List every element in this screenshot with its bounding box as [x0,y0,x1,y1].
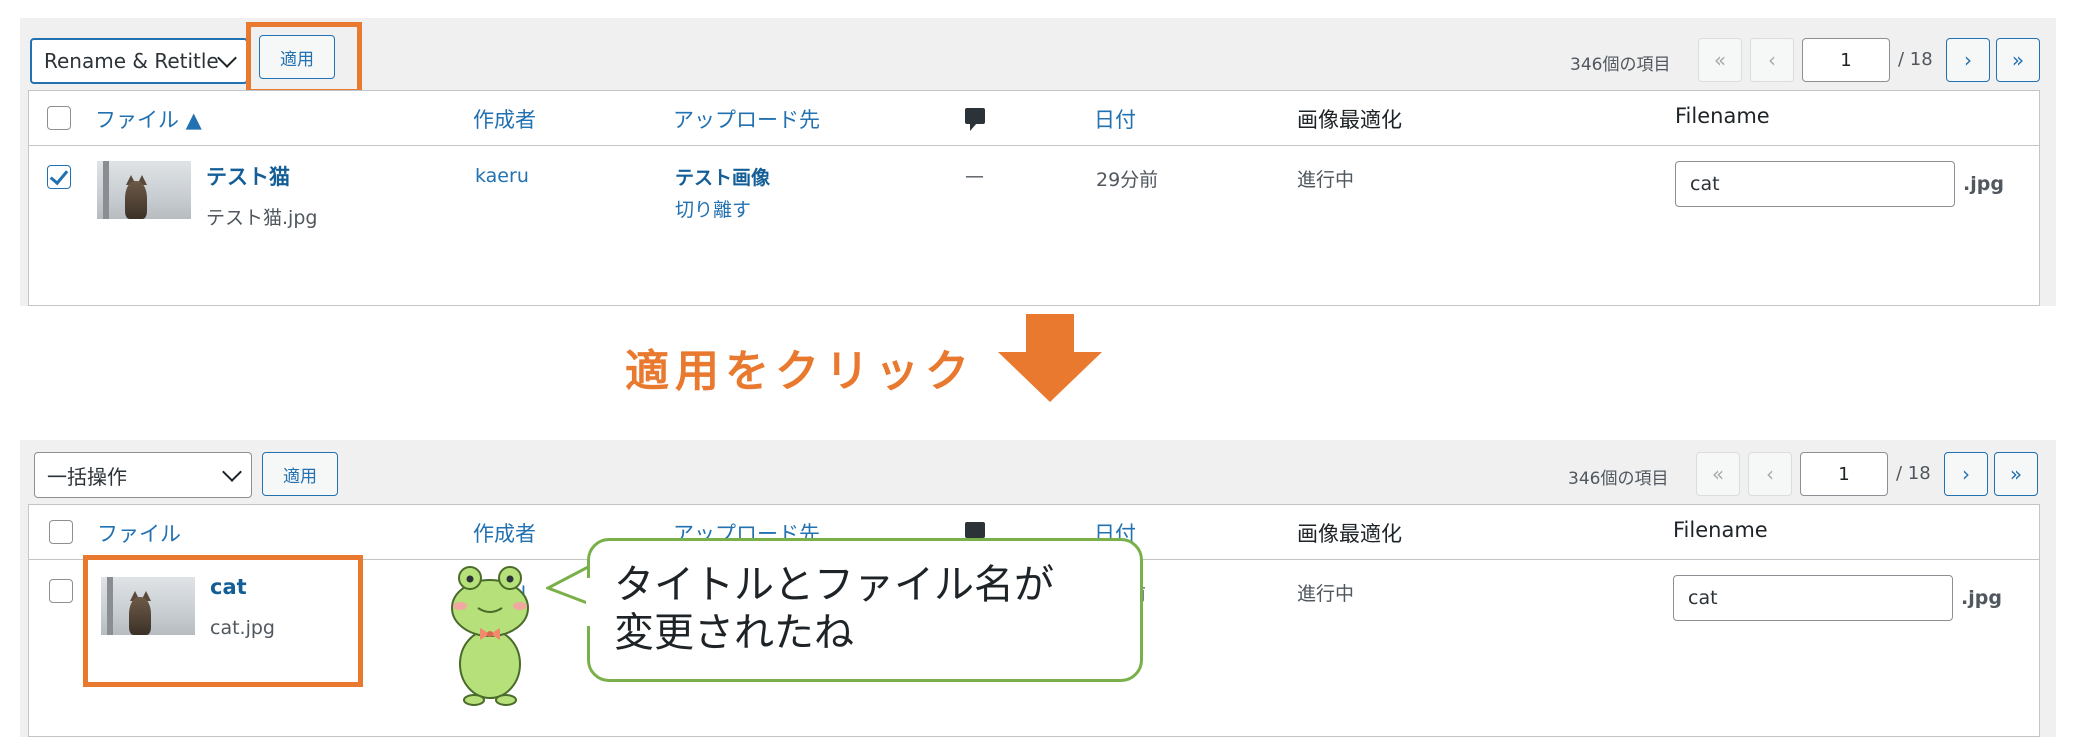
last-page-button[interactable]: » [1996,38,2040,82]
select-all-checkbox[interactable] [49,520,73,544]
chevron-down-icon [222,462,242,482]
next-page-button[interactable]: › [1944,452,1988,496]
row-checkbox[interactable] [47,165,71,189]
apply-button[interactable]: 適用 [262,452,338,496]
uploaded-to-link[interactable]: テスト画像 [675,163,770,190]
column-image-optimize: 画像最適化 [1297,522,1402,546]
optimize-status: 進行中 [1297,169,1355,191]
next-page-button[interactable]: › [1946,38,1990,82]
upload-date: 29分前 [1096,169,1159,191]
chevron-down-icon [217,48,237,68]
first-page-button[interactable]: « [1696,452,1740,496]
current-page-input[interactable]: 1 [1800,452,1888,496]
filename-input[interactable]: cat [1675,161,1955,207]
frog-mascot-icon [451,566,529,706]
bulk-action-select[interactable]: Rename & Retitle [30,38,248,84]
column-file[interactable]: ファイル [97,518,181,548]
column-author[interactable]: 作成者 [473,518,536,548]
column-filename: Filename [1675,104,1770,128]
first-page-button[interactable]: « [1698,38,1742,82]
column-file[interactable]: ファイル ▲ [95,104,202,134]
speech-bubble: タイトルとファイル名が 変更されたね [587,538,1143,682]
bubble-line-2: 変更されたね [614,610,854,656]
result-highlight-box [83,555,363,687]
media-title-link[interactable]: テスト猫 [206,161,290,191]
column-filename: Filename [1673,518,1768,542]
select-all-checkbox[interactable] [47,106,71,130]
bulk-action-label: Rename & Retitle [44,49,219,73]
total-pages: / 18 [1896,463,1931,484]
click-apply-caption: 適用をクリック [625,346,975,397]
filename-input[interactable]: cat [1673,575,1953,621]
comment-icon[interactable] [965,522,985,545]
item-count: 346個の項目 [1570,55,1671,75]
apply-button[interactable]: 適用 [259,35,335,79]
down-arrow-icon [998,314,1102,402]
detach-link[interactable]: 切り離す [675,195,751,222]
bubble-tail-joint [586,578,592,626]
column-author[interactable]: 作成者 [473,104,536,134]
comment-icon[interactable] [965,108,985,131]
prev-page-button[interactable]: ‹ [1748,452,1792,496]
column-image-optimize: 画像最適化 [1297,108,1402,132]
file-extension: .jpg [1963,173,2004,195]
media-table: ファイル ▲ 作成者 アップロード先 日付 画像最適化 Filename テスト… [28,90,2040,306]
bubble-line-1: タイトルとファイル名が [614,562,1054,608]
current-page-input[interactable]: 1 [1802,38,1890,82]
column-uploaded-to[interactable]: アップロード先 [673,104,820,134]
item-count: 346個の項目 [1568,469,1669,489]
file-extension: .jpg [1961,587,2002,609]
bulk-action-select[interactable]: 一括操作 [34,452,252,498]
bulk-action-label: 一括操作 [47,464,127,489]
media-thumbnail[interactable] [97,161,191,219]
media-list-before: Rename & Retitle 適用 346個の項目 « ‹ 1 / 18 ›… [20,18,2056,306]
last-page-button[interactable]: » [1994,452,2038,496]
column-date[interactable]: 日付 [1094,104,1136,134]
table-header: ファイル ▲ 作成者 アップロード先 日付 画像最適化 Filename [29,91,2039,146]
comment-count: — [965,165,984,187]
row-checkbox[interactable] [49,579,73,603]
media-filename: テスト猫.jpg [206,207,318,229]
total-pages: / 18 [1898,49,1933,70]
optimize-status: 進行中 [1297,583,1355,605]
prev-page-button[interactable]: ‹ [1750,38,1794,82]
author-link[interactable]: kaeru [475,165,529,187]
